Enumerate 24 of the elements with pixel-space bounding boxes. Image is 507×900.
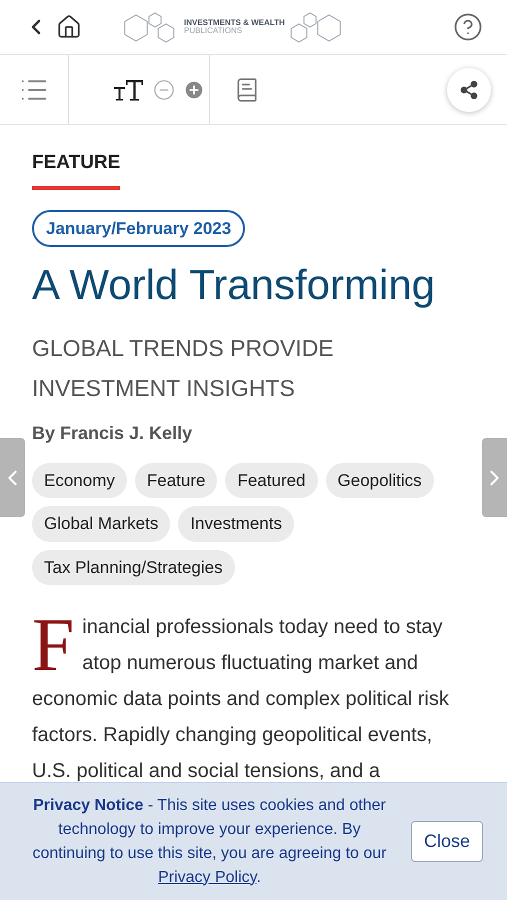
tag-chip[interactable]: Geopolitics	[326, 462, 434, 498]
tag-chip[interactable]: Tax Planning/Strategies	[32, 550, 235, 585]
tag-chip[interactable]: Feature	[134, 462, 218, 498]
share-icon	[459, 80, 479, 100]
privacy-policy-link[interactable]: Privacy Policy	[158, 868, 256, 886]
tag-chip[interactable]: Economy	[32, 462, 127, 498]
issue-badge[interactable]: January/February 2023	[32, 210, 246, 247]
help-icon[interactable]	[453, 12, 483, 42]
article-title: A World Transforming	[32, 260, 436, 310]
logo-subtitle: PUBLICATIONS	[184, 27, 244, 35]
logo-title: INVESTMENTS & WEALTH	[184, 19, 285, 27]
byline: By Francis J. Kelly	[32, 422, 194, 445]
tag-chip[interactable]: Investments	[178, 506, 294, 542]
home-icon[interactable]	[56, 14, 82, 40]
text-size-icon[interactable]	[113, 78, 145, 102]
privacy-notice: Privacy Notice - This site uses cookies and other technology to improve your experience. By continuing to use this site, you are agreeing to our Privacy Policy.	[31, 796, 388, 888]
share-button[interactable]	[447, 68, 491, 112]
increase-icon[interactable]	[183, 78, 205, 100]
article-subtitle: GLOBAL TRENDS PROVIDE INVESTMENT INSIGHTS	[32, 334, 335, 402]
tag-chip[interactable]: Global Markets	[32, 506, 170, 542]
tag-chip[interactable]: Featured	[225, 462, 318, 498]
section-label: FEATURE	[32, 149, 120, 190]
close-button[interactable]: Close	[410, 821, 483, 862]
decrease-icon[interactable]	[153, 78, 175, 100]
